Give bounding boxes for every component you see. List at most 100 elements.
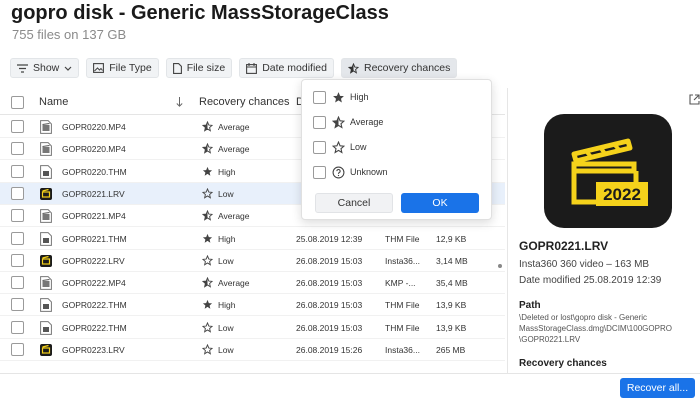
- row-date-modified: 26.08.2019 15:03: [296, 278, 363, 289]
- file-count-subtitle: 755 files on 137 GB: [12, 27, 127, 42]
- row-checkbox[interactable]: [11, 320, 24, 334]
- movie-file-icon: [40, 142, 52, 157]
- show-button[interactable]: Show: [10, 58, 80, 78]
- recovery-chances-filter-label: Recovery chances: [364, 62, 451, 74]
- detail-path-heading: Path: [519, 300, 541, 311]
- clapperboard-icon: 2022: [544, 114, 672, 228]
- row-filename: GOPR0222.THM: [62, 322, 127, 333]
- sort-arrow-icon[interactable]: [176, 97, 183, 107]
- row-recovery-chance: Average: [218, 144, 250, 155]
- cancel-button[interactable]: Cancel: [315, 193, 393, 213]
- row-checkbox[interactable]: [11, 231, 24, 245]
- row-recovery-chance: Low: [218, 345, 234, 355]
- show-button-label: Show: [33, 62, 60, 74]
- star-half-icon: [202, 121, 213, 132]
- thumbnail-file-icon: [40, 164, 52, 179]
- table-row[interactable]: GOPR0221.THM High 25.08.2019 12:39 THM File…: [0, 228, 505, 250]
- star-outline-icon: [332, 140, 345, 154]
- select-all-checkbox[interactable]: [11, 96, 24, 109]
- row-file-size: 13,9 KB: [436, 300, 467, 311]
- star-half-icon: [202, 210, 213, 221]
- row-checkbox[interactable]: [11, 186, 24, 200]
- row-recovery-chance: High: [218, 233, 236, 244]
- row-file-kind: KMP -...: [385, 278, 416, 289]
- row-filename: GOPR0221.LRV: [62, 188, 125, 199]
- ok-button[interactable]: OK: [401, 193, 479, 213]
- option-label-unknown: Unknown: [350, 167, 388, 177]
- image-icon: [93, 63, 105, 73]
- row-recovery-chance: High: [218, 300, 236, 311]
- scrollbar[interactable]: [498, 264, 502, 268]
- file-type-filter-label: File Type: [109, 62, 152, 74]
- table-row[interactable]: GOPR0222.MP4 Average 26.08.2019 15:03 KMP -…: [0, 272, 505, 295]
- row-recovery-chance: Low: [218, 322, 234, 333]
- recover-all-button[interactable]: Recover all...: [620, 378, 695, 398]
- dropdown-option-low[interactable]: Low: [313, 139, 367, 155]
- option-label-low: Low: [350, 142, 367, 152]
- table-row[interactable]: GOPR0222.THM Low 26.08.2019 15:03 THM File 1…: [0, 317, 505, 339]
- row-date-modified: 25.08.2019 12:39: [296, 233, 363, 244]
- row-date-modified: 26.08.2019 15:26: [296, 345, 363, 355]
- dropdown-option-unknown[interactable]: Unknown: [313, 164, 388, 180]
- table-row[interactable]: GOPR0222.LRV Low 26.08.2019 15:03 Insta36..…: [0, 250, 505, 272]
- recovery-chances-dropdown: High Average Low Unknown Cancel OK: [301, 79, 492, 220]
- row-filename: GOPR0221.THM: [62, 233, 127, 244]
- row-checkbox[interactable]: [11, 142, 24, 156]
- unknown-checkbox[interactable]: [313, 165, 326, 179]
- recovery-chances-filter-button[interactable]: Recovery chances: [341, 58, 458, 78]
- video-file-icon: [40, 187, 52, 200]
- star-half-icon: [202, 277, 213, 288]
- thumbnail-file-icon: [40, 298, 52, 313]
- details-panel: 2022 GOPR0221.LRV Insta360 360 video – 1…: [507, 88, 700, 374]
- column-header-name[interactable]: Name: [39, 96, 68, 108]
- row-date-modified: 26.08.2019 15:03: [296, 322, 363, 333]
- row-filename: GOPR0222.MP4: [62, 278, 126, 289]
- column-header-recovery-chances[interactable]: Recovery chances: [199, 96, 290, 108]
- row-checkbox[interactable]: [11, 164, 24, 178]
- calendar-icon: [246, 62, 258, 74]
- high-checkbox[interactable]: [313, 90, 326, 104]
- open-external-icon[interactable]: [689, 94, 700, 105]
- row-file-size: 12,9 KB: [436, 233, 467, 244]
- average-checkbox[interactable]: [313, 115, 326, 129]
- row-checkbox[interactable]: [11, 209, 24, 223]
- row-recovery-chance: Average: [218, 211, 250, 222]
- bottom-bar: Recover all...: [0, 373, 700, 400]
- row-filename: GOPR0222.LRV: [62, 255, 125, 266]
- row-recovery-chance: Low: [218, 255, 234, 266]
- dropdown-option-average[interactable]: Average: [313, 114, 383, 130]
- low-checkbox[interactable]: [313, 140, 326, 154]
- row-checkbox[interactable]: [11, 253, 24, 267]
- table-row[interactable]: GOPR0223.LRV Low 26.08.2019 15:26 Insta36..…: [0, 339, 505, 361]
- video-file-icon: [40, 254, 52, 267]
- date-modified-filter-label: Date modified: [262, 62, 327, 74]
- option-label-average: Average: [350, 117, 384, 127]
- dropdown-option-high[interactable]: High: [313, 89, 369, 105]
- movie-file-icon: [40, 209, 52, 224]
- row-file-size: 35,4 MB: [436, 278, 468, 289]
- movie-file-icon: [40, 120, 52, 134]
- file-size-filter-label: File size: [186, 62, 226, 74]
- star-filled-icon: [202, 300, 213, 310]
- row-checkbox[interactable]: [11, 276, 24, 290]
- chevron-down-icon: [64, 66, 72, 71]
- row-file-size: 265 MB: [436, 345, 466, 355]
- row-filename: GOPR0220.MP4: [62, 122, 126, 132]
- star-filled-icon: [202, 233, 213, 243]
- table-row[interactable]: GOPR0222.THM High 26.08.2019 15:03 THM File…: [0, 294, 505, 317]
- file-size-filter-button[interactable]: File size: [165, 58, 233, 78]
- date-modified-filter-button[interactable]: Date modified: [239, 58, 334, 78]
- row-checkbox[interactable]: [11, 343, 24, 356]
- star-filled-icon: [333, 91, 344, 102]
- detail-filename: GOPR0221.LRV: [519, 239, 609, 253]
- row-checkbox[interactable]: [11, 298, 24, 312]
- movie-file-icon: [40, 276, 52, 290]
- row-checkbox[interactable]: [11, 120, 24, 133]
- filter-toolbar: Show File Type File size Date modified R…: [10, 58, 458, 78]
- star-filled-icon: [202, 166, 213, 176]
- row-filename: GOPR0222.THM: [62, 300, 127, 311]
- row-file-kind: THM File: [385, 300, 420, 311]
- star-outline-icon: [202, 254, 213, 266]
- file-type-filter-button[interactable]: File Type: [86, 58, 159, 78]
- row-recovery-chance: Average: [218, 122, 250, 132]
